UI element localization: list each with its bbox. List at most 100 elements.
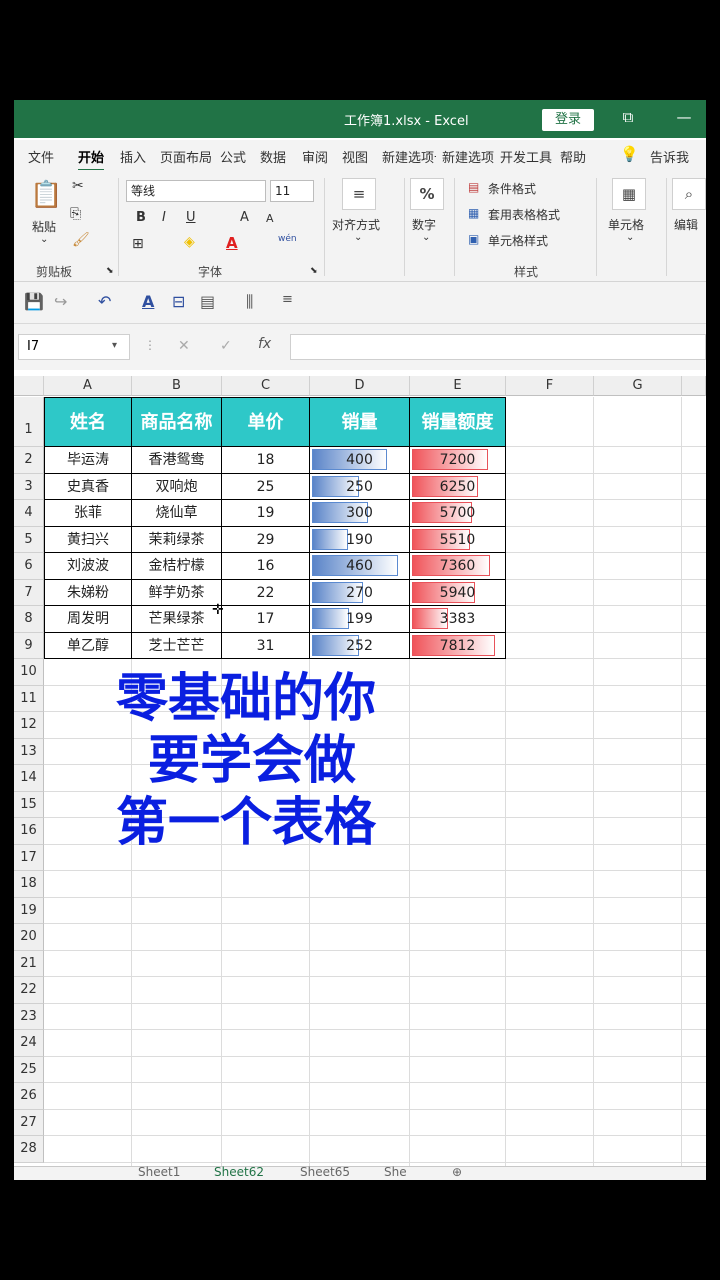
table-cell-price[interactable]: 16 [222, 553, 310, 580]
table-header-cell[interactable]: 单价 [222, 397, 310, 447]
row-header[interactable]: 3 [14, 473, 44, 500]
row-header[interactable]: 11 [14, 685, 44, 712]
table-format-button[interactable]: 套用表格格式 [488, 206, 560, 223]
cell-style-button[interactable]: 单元格样式 [488, 232, 548, 249]
column-header[interactable]: C [222, 376, 310, 396]
table-cell-qty[interactable]: 270 [310, 579, 410, 606]
row-header[interactable]: 5 [14, 526, 44, 553]
chevron-down-icon[interactable]: ⌄ [40, 234, 48, 245]
align-icon[interactable]: ≡ [342, 178, 376, 210]
fill-color-icon[interactable]: ◈ [184, 234, 195, 250]
table-cell-name[interactable]: 朱娣粉 [44, 579, 132, 606]
paste-icon[interactable]: 📋 [30, 180, 62, 210]
undo-icon[interactable]: ↶ [98, 292, 111, 311]
row-header[interactable]: 27 [14, 1109, 44, 1136]
row-header[interactable]: 2 [14, 447, 44, 474]
enter-icon[interactable]: ✓ [220, 338, 232, 354]
row-header[interactable]: 13 [14, 738, 44, 765]
row-header[interactable]: 8 [14, 606, 44, 633]
row-header[interactable]: 20 [14, 924, 44, 951]
cells-group-label[interactable]: 单元格 [608, 216, 644, 233]
row-header[interactable]: 16 [14, 818, 44, 845]
lightbulb-icon[interactable]: 💡 [620, 145, 639, 163]
row-header[interactable]: 1 [14, 397, 44, 447]
tell-me[interactable]: 告诉我 [650, 147, 689, 166]
row-header[interactable]: 23 [14, 1003, 44, 1030]
spreadsheet-grid[interactable]: A B C D E F G 1 2 3 4 5 6 7 8 9 10 11 12 13 14 15 16 17 1… [14, 376, 706, 1166]
underline-button[interactable]: U [186, 210, 196, 225]
column-header[interactable]: F [506, 376, 594, 396]
function-icon[interactable]: fx [258, 336, 271, 352]
drag-handle-icon[interactable]: ⋮ [144, 338, 156, 352]
search-icon[interactable]: ⌕ [672, 178, 706, 210]
font-name-select[interactable]: 等线 [126, 180, 266, 202]
table-header-cell[interactable]: 销量额度 [410, 397, 506, 447]
table-cell-product[interactable]: 鲜芋奶茶 [132, 579, 222, 606]
chevron-down-icon[interactable]: ⌄ [354, 232, 362, 243]
column-icon[interactable]: ⫼ [246, 292, 253, 312]
row-header[interactable]: 26 [14, 1083, 44, 1110]
table-cell-price[interactable]: 18 [222, 447, 310, 474]
percent-icon[interactable]: % [410, 178, 444, 210]
format-painter-icon[interactable]: 🖌 [72, 232, 90, 248]
table-header-cell[interactable]: 商品名称 [132, 397, 222, 447]
dialog-launcher-icon[interactable]: ⬊ [106, 266, 114, 276]
border-icon[interactable]: ⊞ [132, 236, 144, 252]
number-group-label[interactable]: 数字 [412, 216, 436, 233]
table-cell-qty[interactable]: 300 [310, 500, 410, 527]
column-header[interactable] [682, 376, 706, 396]
row-header[interactable]: 7 [14, 579, 44, 606]
table-cell-qty[interactable]: 400 [310, 447, 410, 474]
row-header[interactable]: 4 [14, 500, 44, 527]
font-shrink-button[interactable]: A [266, 212, 274, 225]
conditional-format-button[interactable]: 条件格式 [488, 180, 536, 197]
column-header[interactable]: G [594, 376, 682, 396]
save-icon[interactable]: 💾 [24, 292, 44, 311]
table-cell-name[interactable]: 周发明 [44, 606, 132, 633]
tab-page-layout[interactable]: 页面布局 [160, 147, 212, 166]
table-cell-qty[interactable]: 250 [310, 473, 410, 500]
sheet-tab[interactable]: Sheet1 [138, 1165, 180, 1179]
table-cell-amount[interactable]: 7812 [410, 632, 506, 659]
copy-icon[interactable]: ⎘ [70, 206, 81, 222]
table-cell-qty[interactable]: 190 [310, 526, 410, 553]
cancel-icon[interactable]: ✕ [178, 338, 190, 354]
table-cell-price[interactable]: 29 [222, 526, 310, 553]
chevron-down-icon[interactable]: ⌄ [422, 232, 430, 243]
table-cell-product[interactable]: 芒果绿茶 [132, 606, 222, 633]
edit-group-label[interactable]: 编辑 [674, 216, 698, 233]
font-color-icon[interactable]: A [226, 234, 238, 252]
chevron-down-icon[interactable]: ⌄ [626, 232, 634, 243]
row-header[interactable]: 6 [14, 553, 44, 580]
row-header[interactable]: 25 [14, 1056, 44, 1083]
column-header[interactable]: B [132, 376, 222, 396]
table-cell-amount[interactable]: 6250 [410, 473, 506, 500]
tab-new-1[interactable]: 新建选项卡 [382, 147, 436, 166]
sheet-tab[interactable]: She [384, 1165, 414, 1179]
row-header[interactable]: 22 [14, 977, 44, 1004]
table-cell-price[interactable]: 17 [222, 606, 310, 633]
cells-icon[interactable]: ▦ [612, 178, 646, 210]
row-header[interactable]: 17 [14, 844, 44, 871]
select-all-corner[interactable] [14, 376, 44, 396]
row-header[interactable]: 28 [14, 1136, 44, 1163]
row-header[interactable]: 15 [14, 791, 44, 818]
table-cell-amount[interactable]: 7200 [410, 447, 506, 474]
table-cell-name[interactable]: 毕运涛 [44, 447, 132, 474]
table-cell-amount[interactable]: 5700 [410, 500, 506, 527]
row-header[interactable]: 19 [14, 897, 44, 924]
font-size-select[interactable]: 11 [270, 180, 314, 202]
sheet-tab-active[interactable]: Sheet62 [214, 1165, 264, 1179]
table-cell-product[interactable]: 烧仙草 [132, 500, 222, 527]
align-group-label[interactable]: 对齐方式 [332, 216, 380, 233]
phonetic-button[interactable]: wén [278, 234, 297, 244]
italic-button[interactable]: I [162, 210, 166, 225]
table-cell-amount[interactable]: 7360 [410, 553, 506, 580]
formula-input[interactable] [290, 334, 706, 360]
table-cell-product[interactable]: 香港鸳鸯 [132, 447, 222, 474]
table-cell-product[interactable]: 金桔柠檬 [132, 553, 222, 580]
table-cell-amount[interactable]: 3383 [410, 606, 506, 633]
table-header-cell[interactable]: 销量 [310, 397, 410, 447]
restore-icon[interactable]: ⧉ [616, 108, 640, 126]
minimize-icon[interactable]: — [672, 108, 696, 126]
